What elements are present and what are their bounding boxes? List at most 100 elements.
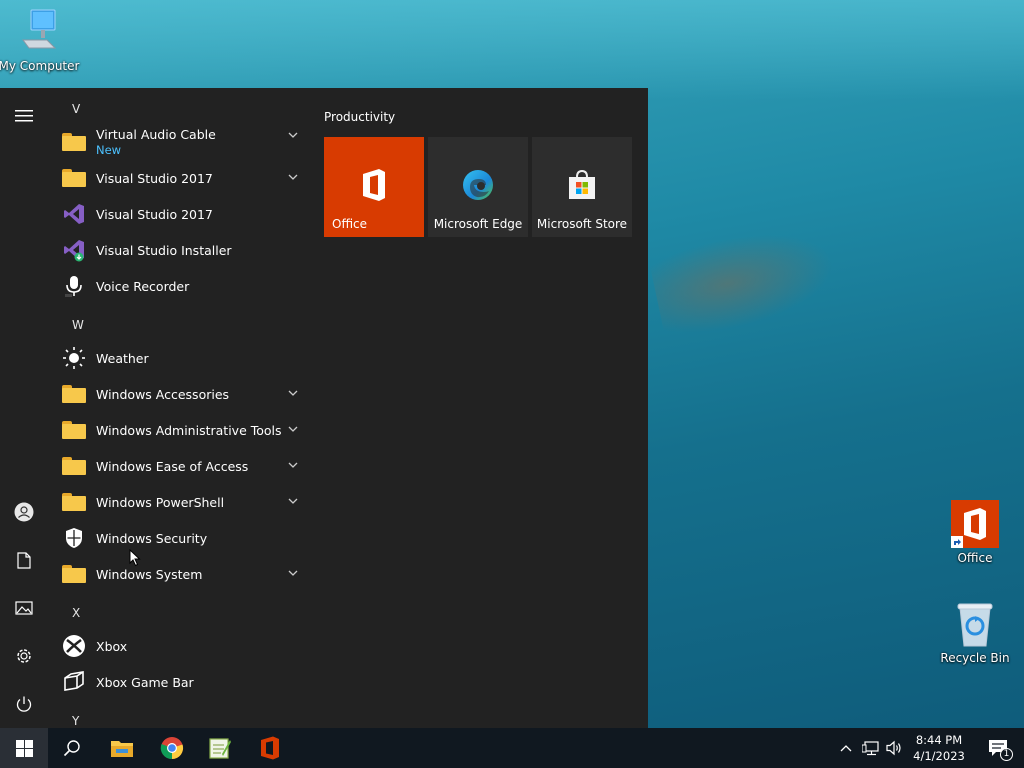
app-name: Virtual Audio Cable [96, 127, 216, 142]
tile-label: Office [332, 217, 368, 231]
app-item-xbox-game-bar[interactable]: Xbox Game Bar [60, 664, 310, 700]
desktop-icon-my-computer[interactable]: My Computer [0, 8, 80, 73]
documents-button[interactable] [8, 544, 40, 576]
user-icon [14, 502, 34, 522]
start-rail [0, 88, 48, 728]
app-item-windows-administrative-tools[interactable]: Windows Administrative Tools [60, 412, 310, 448]
taskbar-notepad-plus[interactable] [196, 728, 244, 768]
chevron-down-icon [288, 132, 298, 138]
speaker-icon [886, 740, 901, 756]
letter-header-v[interactable]: V [72, 102, 80, 116]
tile-microsoft-edge[interactable]: Microsoft Edge [428, 137, 528, 237]
app-name: Xbox [96, 638, 128, 654]
game-bar-icon [60, 668, 88, 696]
chevron-down-icon [288, 426, 298, 432]
tile-office[interactable]: Office [324, 137, 424, 237]
app-name: Windows Administrative Tools [96, 422, 282, 438]
letter-header-x[interactable]: X [72, 606, 80, 620]
tile-label: Microsoft Edge [433, 217, 523, 231]
chevron-down-icon [288, 462, 298, 468]
desktop-icon-label: My Computer [0, 59, 80, 73]
edge-icon [458, 165, 498, 205]
app-name: Weather [96, 350, 149, 366]
folder-icon [60, 452, 88, 480]
folder-icon [60, 128, 88, 156]
app-name: Voice Recorder [96, 278, 190, 294]
clock-button[interactable]: 8:44 PM 4/1/2023 [908, 728, 970, 768]
taskbar-file-explorer[interactable] [98, 728, 146, 768]
taskbar-chrome[interactable] [148, 728, 196, 768]
office-icon [354, 165, 394, 205]
visual-studio-installer-icon [60, 236, 88, 264]
app-name: Visual Studio 2017 [96, 170, 213, 186]
search-icon [63, 740, 80, 757]
letter-header-y[interactable]: Y [72, 714, 79, 728]
clock-time: 8:44 PM [915, 733, 963, 747]
clock-date: 4/1/2023 [913, 749, 965, 763]
network-button[interactable] [858, 728, 884, 768]
app-item-windows-powershell[interactable]: Windows PowerShell [60, 484, 310, 520]
settings-button[interactable] [8, 640, 40, 672]
recycle-bin-icon [957, 603, 993, 647]
folder-icon [60, 416, 88, 444]
office-icon [261, 736, 279, 760]
taskbar: 8:44 PM 4/1/2023 1 [0, 728, 1024, 768]
app-name: Windows Ease of Access [96, 458, 249, 474]
hamburger-icon [15, 110, 33, 122]
xbox-icon [60, 632, 88, 660]
app-item-windows-ease-of-access[interactable]: Windows Ease of Access [60, 448, 310, 484]
taskbar-office[interactable] [246, 728, 294, 768]
tile-group-title[interactable]: Productivity [324, 110, 395, 124]
microphone-icon [60, 272, 88, 300]
document-icon [17, 551, 31, 569]
notification-count-badge: 1 [1000, 748, 1013, 761]
tile-microsoft-store[interactable]: Microsoft Store [532, 137, 632, 237]
office-icon [951, 500, 999, 548]
app-item-windows-system[interactable]: Windows System [60, 556, 310, 592]
shield-icon [60, 524, 88, 552]
letter-header-w[interactable]: W [72, 318, 84, 332]
app-item-xbox[interactable]: Xbox [60, 628, 310, 664]
app-item-voice-recorder[interactable]: Voice Recorder [60, 268, 310, 304]
power-icon [16, 696, 32, 712]
power-button[interactable] [8, 688, 40, 720]
search-button[interactable] [48, 728, 96, 768]
app-item-visual-studio-2017[interactable]: Visual Studio 2017 [60, 196, 310, 232]
notepad-icon [209, 738, 231, 759]
folder-icon [60, 380, 88, 408]
account-button[interactable] [8, 496, 40, 528]
app-name: Windows Accessories [96, 386, 230, 402]
start-button[interactable] [0, 728, 48, 768]
app-item-visual-studio-2017-folder[interactable]: Visual Studio 2017 [60, 160, 310, 196]
app-name: Visual Studio 2017 [96, 206, 213, 222]
chevron-down-icon [288, 570, 298, 576]
sun-icon [60, 344, 88, 372]
app-item-windows-accessories[interactable]: Windows Accessories [60, 376, 310, 412]
start-menu: V Virtual Audio Cable New Visual Studio … [0, 88, 648, 728]
network-icon [862, 741, 879, 756]
menu-button[interactable] [8, 100, 40, 132]
chrome-icon [160, 737, 184, 760]
app-name: Visual Studio Installer [96, 242, 232, 258]
volume-button[interactable] [882, 728, 906, 768]
new-badge: New [96, 143, 122, 157]
show-hidden-icons-button[interactable] [834, 728, 858, 768]
pictures-button[interactable] [8, 592, 40, 624]
mouse-cursor-icon [129, 549, 141, 567]
file-explorer-icon [111, 741, 133, 757]
desktop-icon-recycle-bin[interactable]: Recycle Bin [937, 600, 1013, 665]
folder-icon [60, 488, 88, 516]
visual-studio-icon [60, 200, 88, 228]
desktop-icon-label: Office [957, 551, 993, 565]
app-name: Windows System [96, 566, 203, 582]
app-item-visual-studio-installer[interactable]: Visual Studio Installer [60, 232, 310, 268]
windows-logo-icon [15, 739, 33, 757]
app-item-windows-security[interactable]: Windows Security [60, 520, 310, 556]
app-item-weather[interactable]: Weather [60, 340, 310, 376]
app-name: Windows PowerShell [96, 494, 225, 510]
desktop-icon-office[interactable]: Office [937, 500, 1013, 565]
shortcut-arrow-icon [951, 536, 963, 548]
app-name: Xbox Game Bar [96, 674, 194, 690]
action-center-button[interactable]: 1 [978, 728, 1018, 768]
store-icon [562, 165, 602, 205]
